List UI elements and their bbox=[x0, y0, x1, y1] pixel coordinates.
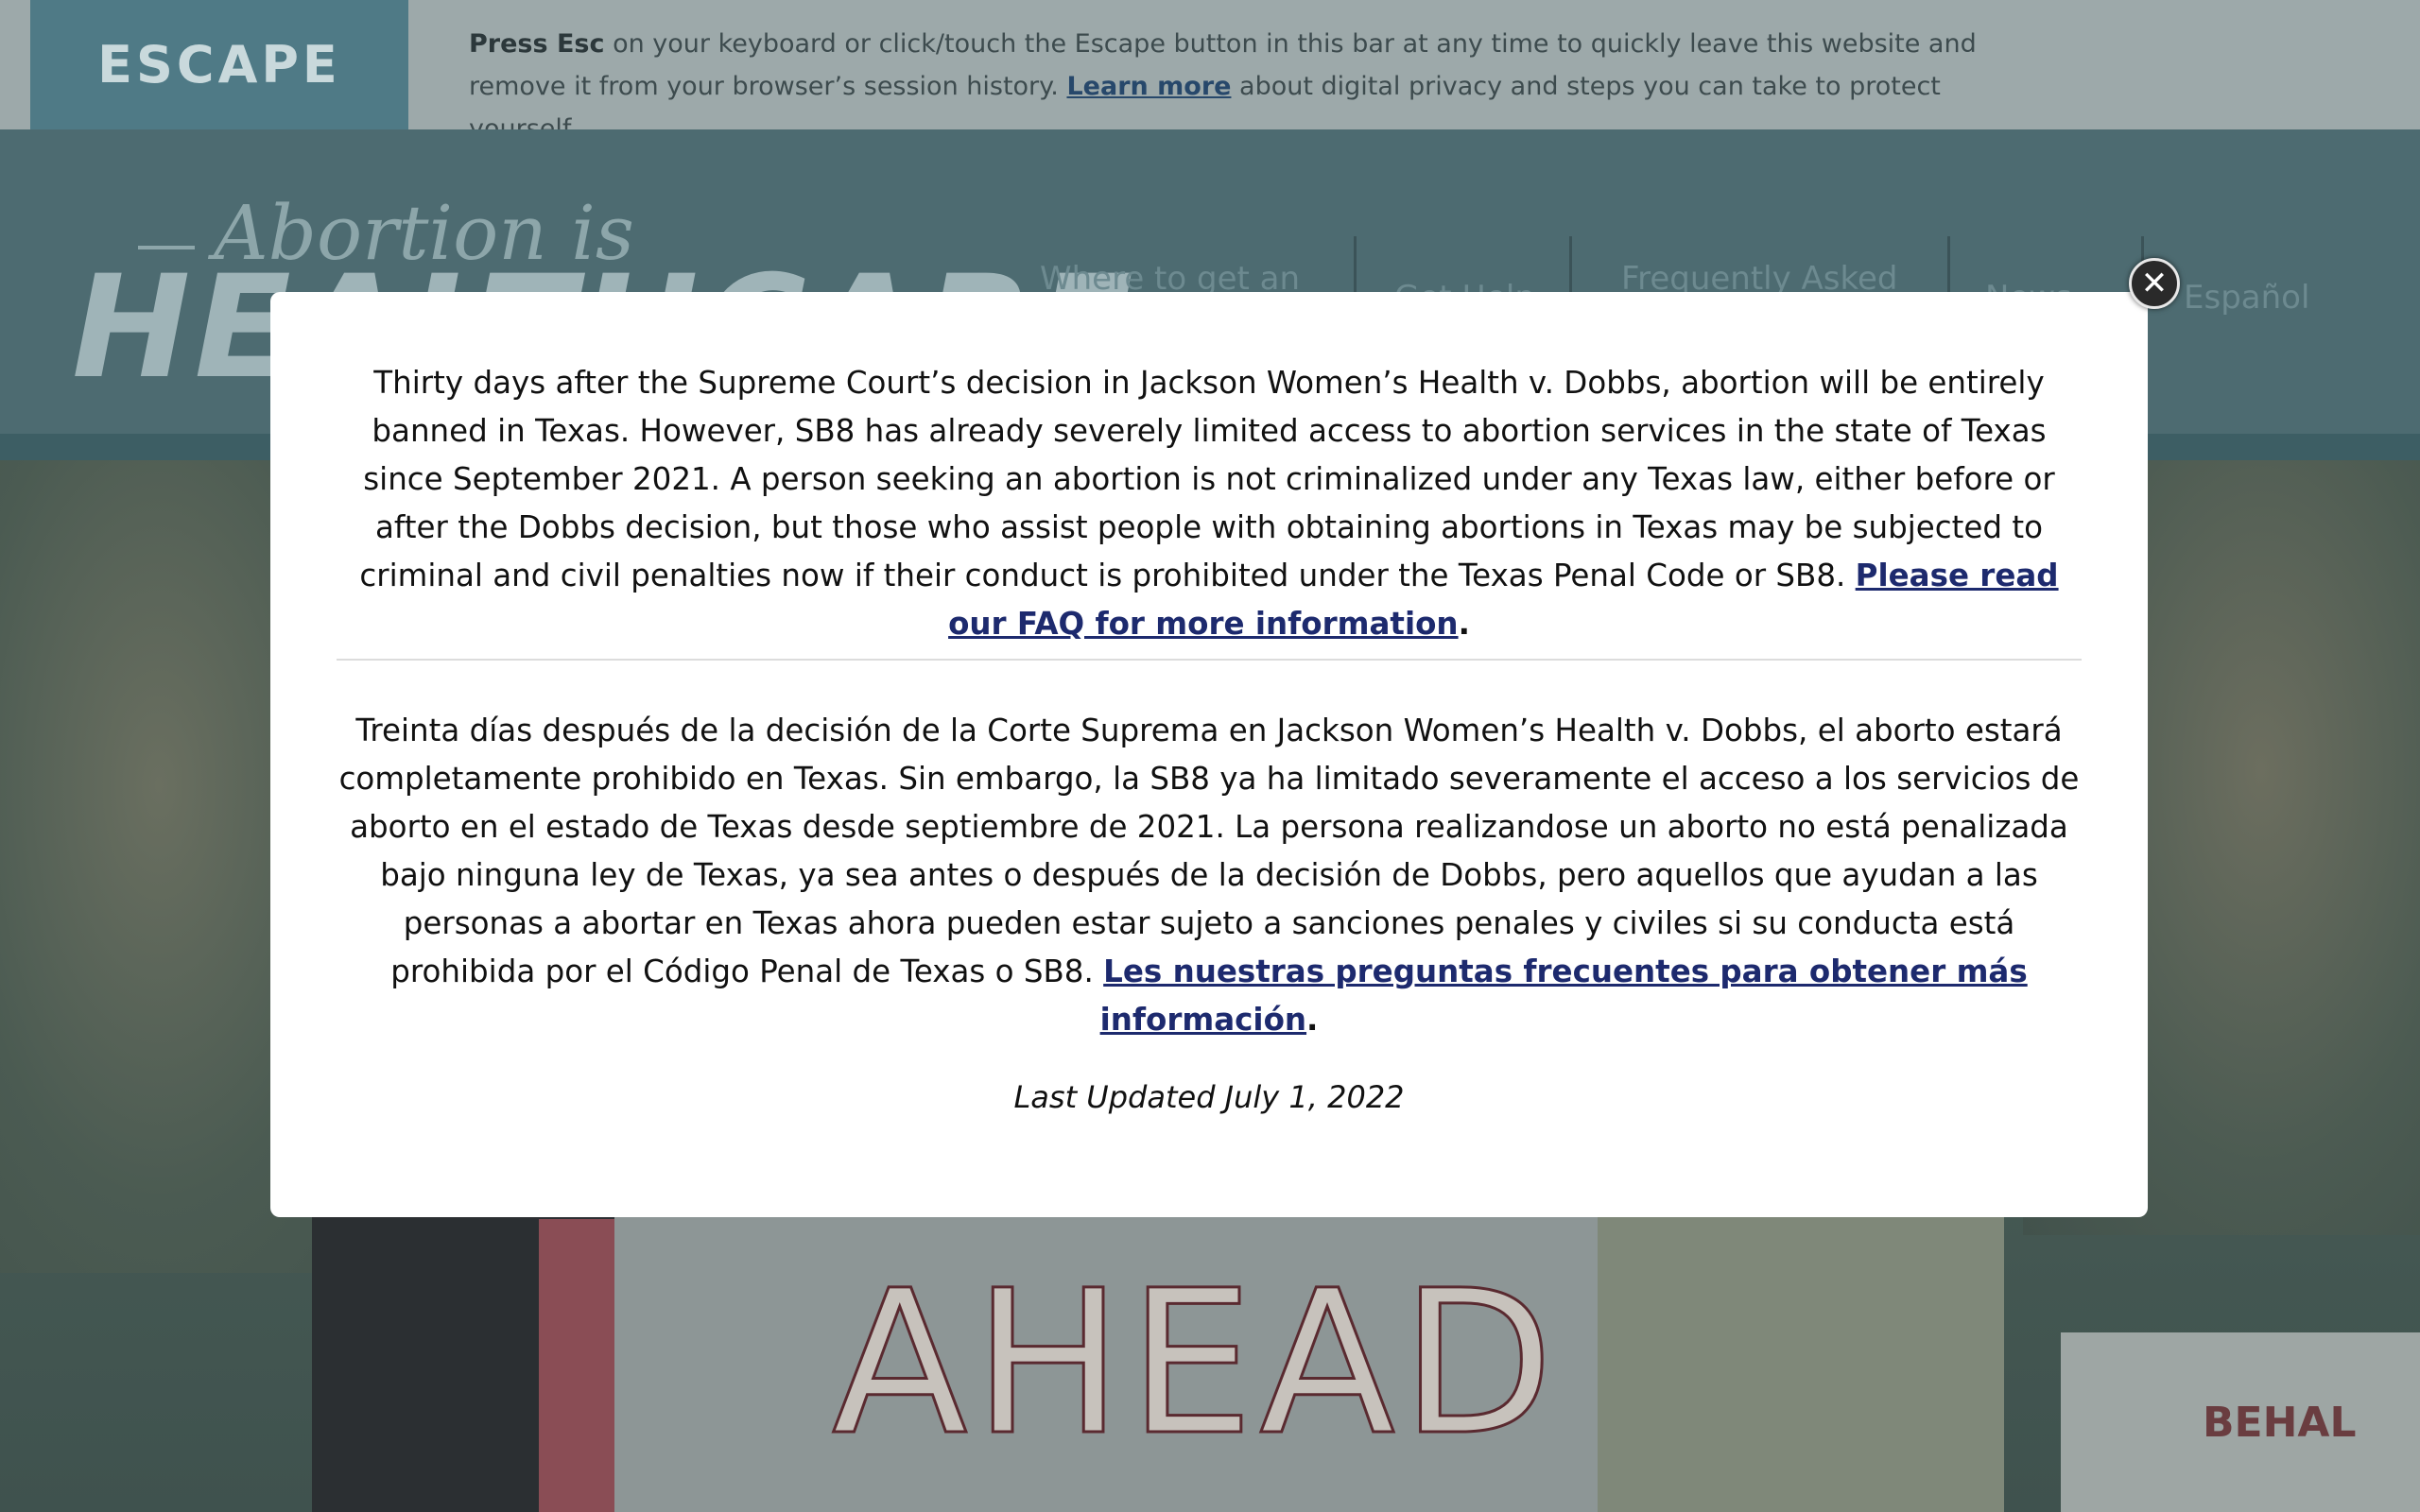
modal-divider bbox=[337, 659, 2082, 661]
escape-button[interactable]: ESCAPE bbox=[30, 0, 408, 129]
modal-spanish-text: Treinta días después de la decisión de l… bbox=[337, 707, 2082, 1044]
modal-spanish-body: Treinta días después de la decisión de l… bbox=[338, 713, 2080, 989]
modal-spanish-period: . bbox=[1306, 1002, 1319, 1038]
modal-english-text: Thirty days after the Supreme Court’s de… bbox=[337, 359, 2082, 648]
close-icon: ✕ bbox=[2140, 265, 2169, 302]
hero-sign-right-text: BEHAL bbox=[2203, 1399, 2357, 1447]
escape-bar: ESCAPE Press Esc on your keyboard or cli… bbox=[0, 0, 2420, 144]
modal-english-period: . bbox=[1458, 606, 1470, 642]
notice-modal: Thirty days after the Supreme Court’s de… bbox=[270, 292, 2148, 1217]
hero-sign-text: AHEAD bbox=[831, 1246, 1560, 1481]
faq-link-spanish[interactable]: Les nuestras preguntas frecuentes para o… bbox=[1100, 954, 2028, 1038]
close-modal-button[interactable]: ✕ bbox=[2129, 258, 2180, 309]
hero-house bbox=[1531, 1210, 2004, 1512]
escape-bar-strong: Press Esc bbox=[469, 29, 605, 59]
hero-person-jacket bbox=[539, 1219, 614, 1512]
last-updated: Last Updated July 1, 2022 bbox=[1013, 1079, 1405, 1115]
nav-item-espanol[interactable]: Español bbox=[2184, 279, 2309, 317]
modal-english-body: Thirty days after the Supreme Court’s de… bbox=[359, 365, 2055, 593]
learn-more-link[interactable]: Learn more bbox=[1066, 72, 1231, 101]
